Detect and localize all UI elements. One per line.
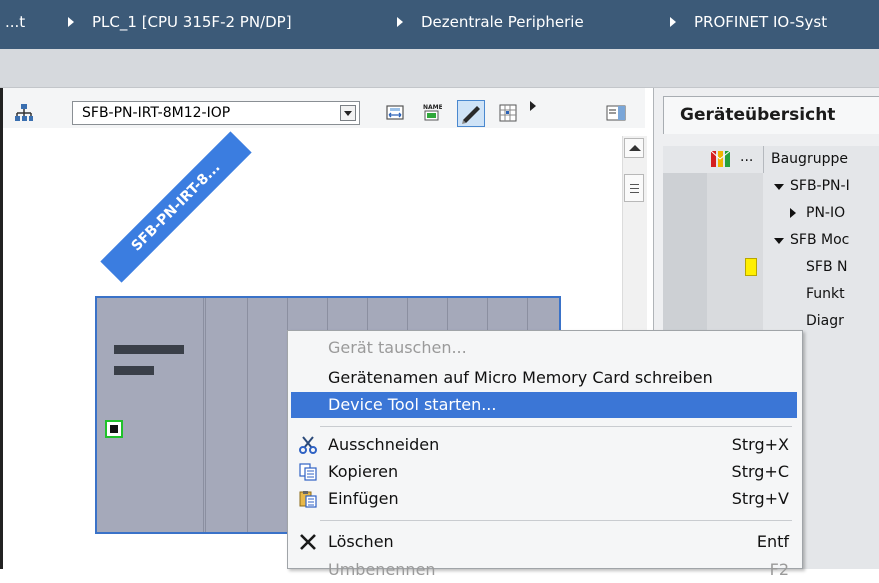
device-status-led xyxy=(114,345,184,354)
expand-down-icon[interactable] xyxy=(774,184,784,190)
menu-item-geraetenamen-schreiben[interactable]: Gerätenamen auf Micro Memory Card schrei… xyxy=(291,365,797,391)
menu-separator xyxy=(320,520,792,521)
breadcrumb-item-dezentrale-peripherie[interactable]: Dezentrale Peripherie xyxy=(421,13,584,31)
paste-icon xyxy=(299,491,317,508)
menu-item-label: Device Tool starten... xyxy=(328,395,497,414)
table-row[interactable]: PN-IO xyxy=(663,200,879,228)
table-cell-baugruppe: SFB-PN-I xyxy=(790,178,850,194)
expand-down-icon[interactable] xyxy=(774,238,784,244)
breadcrumb-item-plc[interactable]: PLC_1 [CPU 315F-2 PN/DP] xyxy=(92,13,292,31)
menu-item-loeschen[interactable]: Löschen Entf xyxy=(291,529,797,555)
table-cell-baugruppe: Diagr xyxy=(806,313,844,329)
menu-item-label: Einfügen xyxy=(328,489,399,508)
menu-item-label: Gerät tauschen... xyxy=(328,338,467,357)
menu-item-kopieren[interactable]: Kopieren Strg+C xyxy=(291,459,797,485)
menu-item-shortcut: Strg+V xyxy=(731,489,789,508)
menu-item-device-tool-starten[interactable]: Device Tool starten... xyxy=(291,392,797,418)
table-cell-baugruppe: SFB Moc xyxy=(790,232,850,248)
table-header-baugruppe[interactable]: Baugruppe xyxy=(771,151,848,167)
menu-item-shortcut: Strg+X xyxy=(731,435,789,454)
menu-item-shortcut: Entf xyxy=(756,532,789,551)
table-cell-baugruppe: Funkt xyxy=(806,286,845,302)
menu-item-label: Löschen xyxy=(328,532,394,551)
menu-item-geraet-tauschen[interactable]: Gerät tauschen... xyxy=(291,335,797,361)
svg-text:NAME: NAME xyxy=(423,104,442,111)
device-select[interactable]: SFB-PN-IRT-8M12-IOP xyxy=(72,101,360,125)
menu-item-label: Gerätenamen auf Micro Memory Card schrei… xyxy=(328,368,713,387)
context-menu: Gerät tauschen... Gerätenamen auf Micro … xyxy=(287,330,803,579)
table-header: ... Baugruppe xyxy=(663,146,879,174)
grid-icon[interactable] xyxy=(498,103,518,123)
filter-columns-icon[interactable] xyxy=(710,150,732,168)
scroll-thumb[interactable] xyxy=(624,174,644,202)
breadcrumb-separator-icon xyxy=(397,17,403,27)
profinet-port-icon[interactable] xyxy=(105,420,123,438)
menu-separator xyxy=(320,426,792,427)
expand-right-icon[interactable] xyxy=(790,208,796,218)
scroll-up-icon[interactable] xyxy=(624,138,644,158)
tab-device-overview-label: Geräteübersicht xyxy=(680,105,836,125)
menu-item-label: Kopieren xyxy=(328,462,399,481)
breadcrumb: ...t PLC_1 [CPU 315F-2 PN/DP] Dezentrale… xyxy=(0,0,879,49)
zoom-fit-icon[interactable] xyxy=(385,103,405,123)
secondary-toolbar xyxy=(0,49,879,88)
menu-item-shortcut: Strg+C xyxy=(731,462,789,481)
expand-arrow-icon[interactable] xyxy=(528,100,538,112)
table-row[interactable]: SFB-PN-I xyxy=(663,173,879,201)
edit-icon[interactable] xyxy=(457,100,485,127)
copy-icon xyxy=(299,463,317,481)
menu-item-shortcut: F2 xyxy=(769,560,789,579)
panel-toggle-icon[interactable] xyxy=(606,103,626,123)
breadcrumb-separator-icon xyxy=(670,17,676,27)
table-cell-baugruppe: PN-IO xyxy=(806,205,846,221)
menu-item-ausschneiden[interactable]: Ausschneiden Strg+X xyxy=(291,432,797,458)
table-header-ellipsis[interactable]: ... xyxy=(740,149,753,165)
module-status-chip xyxy=(745,258,757,276)
breadcrumb-separator-icon xyxy=(68,17,74,27)
breadcrumb-item-project[interactable]: ...t xyxy=(5,13,25,31)
chevron-down-icon[interactable] xyxy=(340,105,356,121)
menu-item-label: Ausschneiden xyxy=(328,435,440,454)
menu-item-einfuegen[interactable]: Einfügen Strg+V xyxy=(291,486,797,512)
tab-device-overview[interactable]: Geräteübersicht xyxy=(663,96,879,134)
table-cell-baugruppe: SFB N xyxy=(806,259,848,275)
table-row[interactable]: SFB N xyxy=(663,254,879,282)
network-view-icon[interactable] xyxy=(14,103,34,123)
breadcrumb-item-profinet[interactable]: PROFINET IO-Syst xyxy=(694,13,827,31)
menu-item-umbenennen[interactable]: Umbenennen F2 xyxy=(291,557,797,583)
delete-icon xyxy=(300,534,316,550)
device-status-led xyxy=(114,366,154,375)
show-name-icon[interactable]: NAME xyxy=(422,102,442,122)
table-row[interactable]: Funkt xyxy=(663,281,879,309)
menu-item-label: Umbenennen xyxy=(328,560,436,579)
table-row[interactable]: SFB Moc xyxy=(663,227,879,255)
scissors-icon xyxy=(299,436,317,454)
device-select-value: SFB-PN-IRT-8M12-IOP xyxy=(82,105,231,121)
